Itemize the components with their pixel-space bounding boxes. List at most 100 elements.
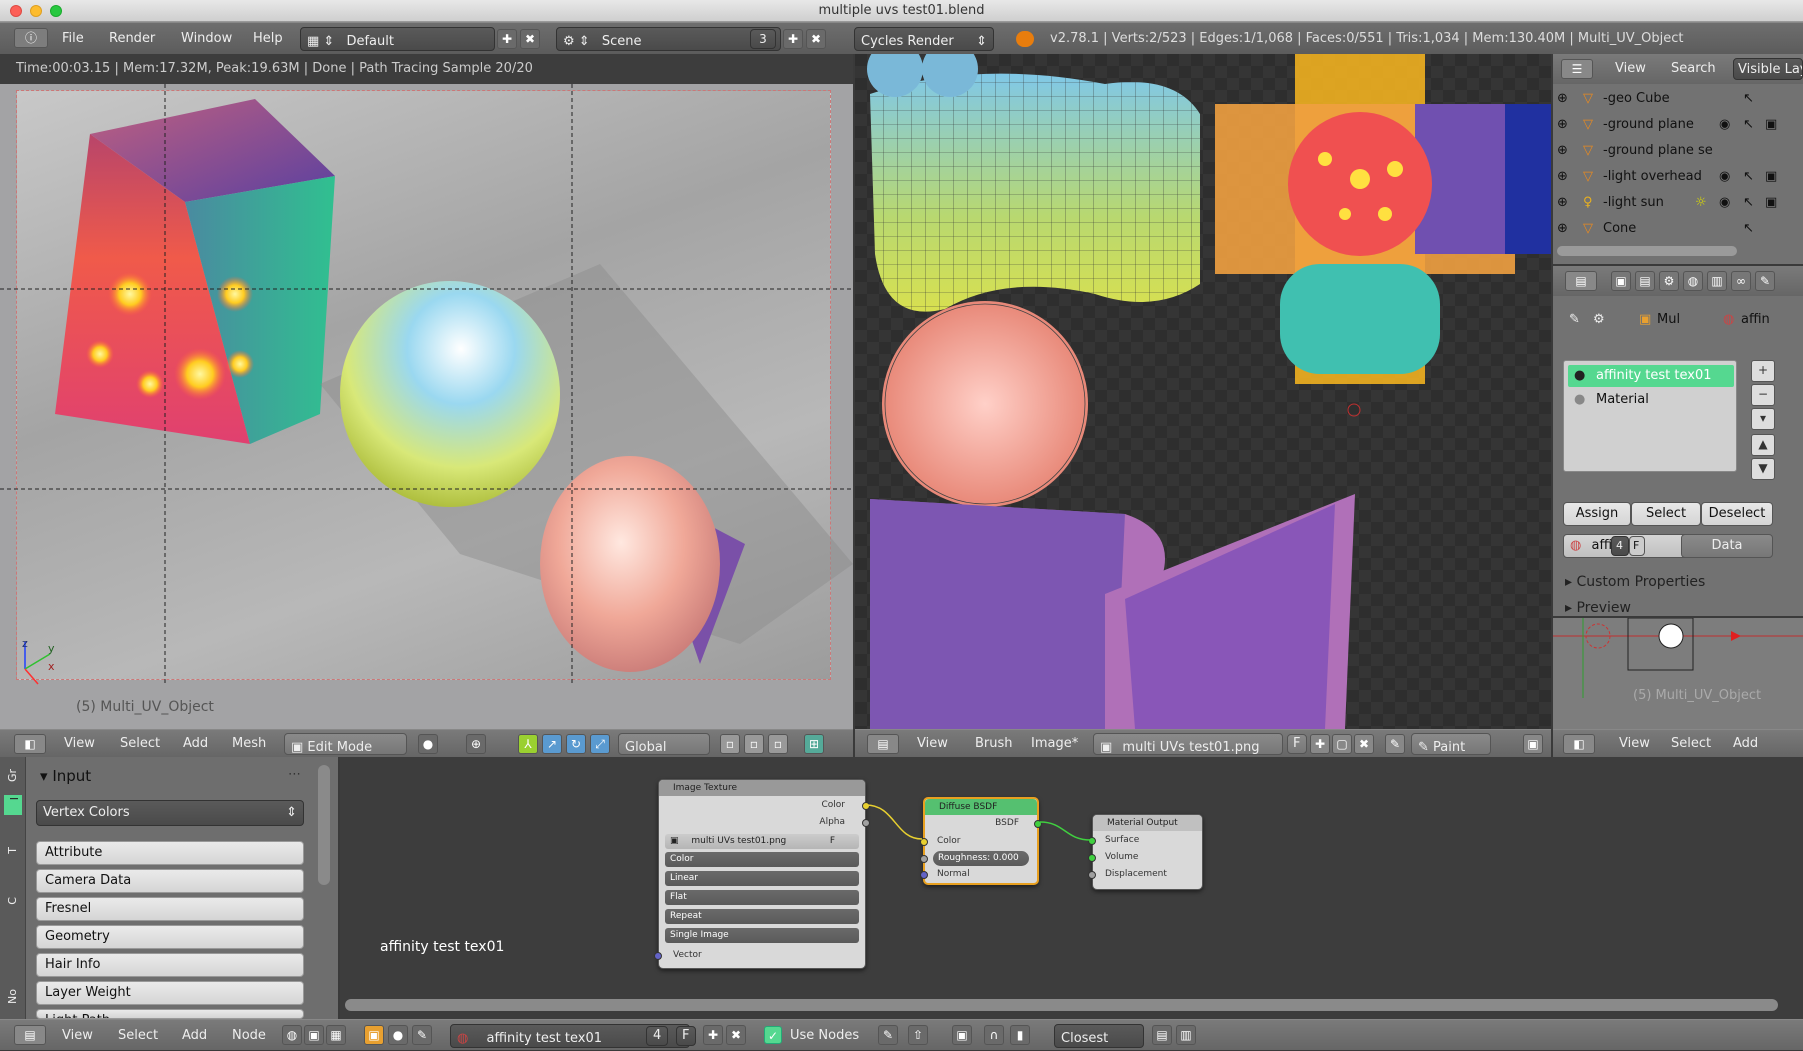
viewport-menu-add[interactable]: Add	[183, 730, 208, 758]
mini-menu-add[interactable]: Add	[1733, 730, 1758, 758]
zoom-window-button[interactable]	[50, 5, 62, 17]
outliner-filter-selector[interactable]: Visible Lay	[1733, 58, 1803, 80]
mini-view-type-icon[interactable]: ◧	[1563, 734, 1595, 754]
translate-icon[interactable]: ↗	[542, 734, 562, 754]
snap-node-icon[interactable]: ▮	[1010, 1025, 1030, 1045]
select-button[interactable]: Select	[1631, 502, 1701, 526]
snap-mode-selector[interactable]: Closest	[1054, 1024, 1144, 1048]
shader-nodes-icon[interactable]: ◍	[282, 1025, 302, 1045]
roughness-input-socket[interactable]	[920, 855, 928, 863]
outliner-item[interactable]: ⊕ ▽ -ground plane ◉ ↖ ▣	[1555, 112, 1785, 138]
menu-render[interactable]: Render	[109, 23, 155, 55]
expand-icon[interactable]: ⊕	[1557, 112, 1568, 138]
projection-select[interactable]: Flat	[665, 890, 859, 905]
color-space-select[interactable]: Color	[665, 852, 859, 867]
unlink-image-icon[interactable]: ✖	[1354, 734, 1374, 754]
color-output-socket[interactable]	[862, 802, 870, 810]
info-editor-icon[interactable]: ⓘ	[14, 28, 48, 48]
toolshelf-scrollbar[interactable]	[318, 765, 330, 885]
backdrop-icon[interactable]: ▣	[952, 1025, 972, 1045]
properties-editor[interactable]: ▤ ▣ ▤ ⚙ ◍ ▥ ∞ ✎ ✎ ⚙ ▣ Mul ◍ affin ● affin…	[1553, 266, 1803, 616]
modifiers-tab-icon[interactable]: ✎	[1755, 271, 1775, 291]
source-select[interactable]: Single Image	[665, 928, 859, 943]
open-image-icon[interactable]: ▢	[1332, 734, 1352, 754]
outliner-item[interactable]: ⊕ ▽ -geo Cube ↖	[1555, 86, 1785, 112]
tab-no[interactable]: No	[6, 989, 19, 1004]
node-button-layer-weight[interactable]: Layer Weight	[36, 981, 304, 1005]
cursor-icon[interactable]: ↖	[1743, 86, 1754, 112]
outliner-type-icon[interactable]: ☰	[1561, 59, 1593, 79]
scene-tab-icon[interactable]: ⚙	[1659, 271, 1679, 291]
node-button-geometry[interactable]: Geometry	[36, 925, 304, 949]
new-image-icon[interactable]: ✚	[1310, 734, 1330, 754]
object-tab-icon[interactable]: ▥	[1707, 271, 1727, 291]
roughness-field[interactable]: Roughness: 0.000	[933, 851, 1029, 866]
normal-input-socket[interactable]	[920, 871, 928, 879]
node-button-light-path[interactable]: Light Path	[36, 1009, 304, 1019]
move-slot-up-icon[interactable]: ▲	[1751, 434, 1775, 456]
add-layout-icon[interactable]: ✚	[497, 29, 517, 49]
fake-user-toggle[interactable]: F	[1287, 734, 1307, 754]
eye-icon[interactable]: ◉	[1719, 164, 1730, 190]
camera-icon[interactable]: ▣	[1765, 190, 1777, 216]
tab-t[interactable]: T	[6, 847, 19, 854]
image-texture-node[interactable]: Image Texture Color Alpha ▣ multi UVs te…	[654, 779, 870, 969]
layout-selector[interactable]: ▦ ⇕ Default	[300, 27, 495, 51]
node-add-material-icon[interactable]: ✚	[703, 1025, 723, 1045]
diffuse-bsdf-node[interactable]: Diffuse BSDF BSDF Color Roughness: 0.000…	[920, 797, 1042, 885]
rotate-icon[interactable]: ↻	[566, 734, 586, 754]
mini-menu-view[interactable]: View	[1619, 730, 1650, 758]
edge-select-icon[interactable]: ▫	[744, 734, 764, 754]
world-shader-icon[interactable]: ●	[388, 1025, 408, 1045]
move-slot-down-icon[interactable]: ▼	[1751, 458, 1775, 480]
remove-scene-icon[interactable]: ✖	[806, 29, 826, 49]
outliner-item[interactable]: ⊕ ▽ -ground plane se	[1555, 138, 1785, 164]
manipulator-icon[interactable]: ⅄	[518, 734, 538, 754]
cursor-icon[interactable]: ↖	[1743, 112, 1754, 138]
outliner-scrollbar[interactable]	[1557, 246, 1737, 256]
outliner-menu-search[interactable]: Search	[1671, 61, 1716, 76]
outliner[interactable]: ☰ View Search Visible Lay ⊕ ▽ -geo Cube ↖ ⊕…	[1553, 54, 1803, 264]
tab-input-active[interactable]: I	[4, 795, 22, 815]
eye-icon[interactable]: ◉	[1719, 190, 1730, 216]
cursor-icon[interactable]: ↖	[1743, 216, 1754, 242]
camera-icon[interactable]: ▣	[1765, 112, 1777, 138]
outliner-item[interactable]: ⊕ ▽ -light overhead ◉ ↖ ▣	[1555, 164, 1785, 190]
menu-help[interactable]: Help	[253, 23, 283, 55]
image-menu-brush[interactable]: Brush	[975, 730, 1013, 758]
pivot-icon[interactable]: ⊕	[466, 734, 486, 754]
node-menu-node[interactable]: Node	[232, 1020, 266, 1051]
snapshot-icon[interactable]: ▣	[1523, 734, 1543, 754]
vertex-select-icon[interactable]: ▫	[720, 734, 740, 754]
viewport-menu-select[interactable]: Select	[120, 730, 160, 758]
use-nodes-checkbox[interactable]: ✓	[764, 1026, 782, 1044]
displacement-input-socket[interactable]	[1088, 871, 1096, 879]
world-tab-icon[interactable]: ◍	[1683, 271, 1703, 291]
expand-icon[interactable]: ⊕	[1557, 190, 1568, 216]
preview-toggle[interactable]: ▸ Preview	[1565, 600, 1631, 616]
mini-menu-select[interactable]: Select	[1671, 730, 1711, 758]
node-editor-type-icon[interactable]: ▤	[14, 1025, 46, 1045]
viewport-3d[interactable]: Time:00:03.15 | Mem:17.32M, Peak:19.63M …	[0, 54, 853, 731]
paint-mode-selector[interactable]: ✎ Paint	[1411, 733, 1491, 755]
properties-type-icon[interactable]: ▤	[1565, 271, 1597, 291]
cursor-icon[interactable]: ↖	[1743, 164, 1754, 190]
tab-grease-pencil[interactable]: Gr	[6, 769, 19, 782]
node-button-camera-data[interactable]: Camera Data	[36, 869, 304, 893]
diffuse-node-header[interactable]: Diffuse BSDF	[925, 799, 1037, 815]
image-texture-node-header[interactable]: Image Texture	[659, 780, 865, 796]
color-input-socket[interactable]	[920, 838, 928, 846]
outliner-item[interactable]: ⊕ ♀ -light sun ☼ ◉ ↖ ▣	[1555, 190, 1785, 216]
render-engine-selector[interactable]: Cycles Render ⇕	[854, 27, 994, 51]
go-to-parent-icon[interactable]: ⇧	[908, 1025, 928, 1045]
node-editor-scrollbar[interactable]	[345, 999, 1778, 1011]
interpolation-select[interactable]: Linear	[665, 871, 859, 886]
bsdf-output-socket[interactable]	[1034, 820, 1042, 828]
node-editor-canvas[interactable]: Image Texture Color Alpha ▣ multi UVs te…	[340, 757, 1803, 1019]
paste-node-icon[interactable]: ▥	[1176, 1025, 1196, 1045]
remove-slot-icon[interactable]: −	[1751, 384, 1775, 406]
node-remove-material-icon[interactable]: ✖	[726, 1025, 746, 1045]
material-slot-list[interactable]: ● affinity test tex01 ● Material	[1563, 360, 1737, 472]
occlude-icon[interactable]: ⊞	[804, 734, 824, 754]
image-menu-image[interactable]: Image*	[1031, 730, 1078, 758]
